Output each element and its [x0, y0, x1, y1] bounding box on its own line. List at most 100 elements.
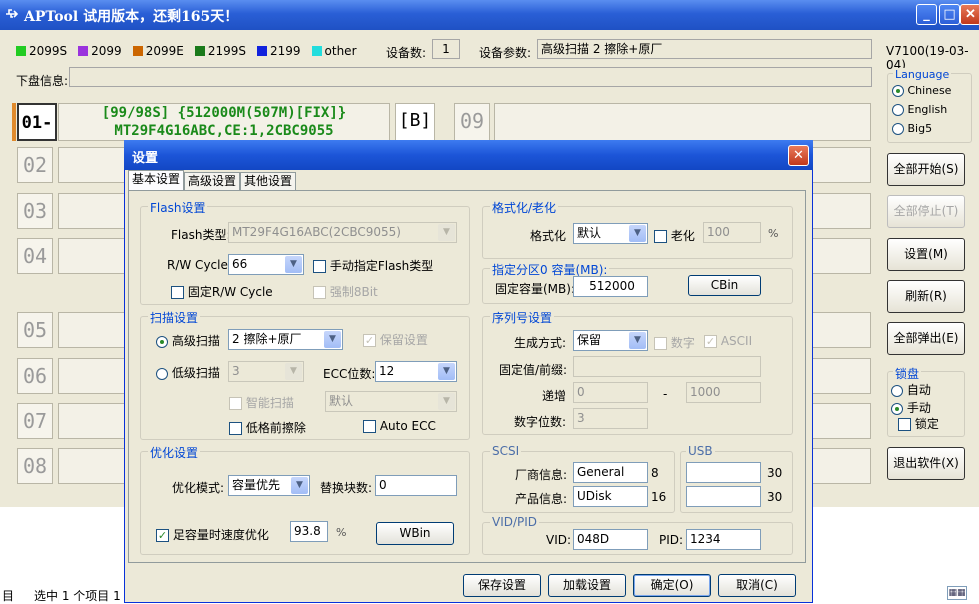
flash-group-title: Flash设置	[148, 199, 208, 216]
aging-checkbox[interactable]: 老化	[654, 227, 695, 244]
serial-ascii-label: ASCII	[720, 334, 753, 348]
chevron-down-icon: ▼	[291, 477, 308, 494]
low-scan-select: 3 ▼	[228, 361, 304, 382]
format-select[interactable]: 默认 ▼	[573, 223, 648, 244]
wbin-button[interactable]: WBin	[376, 522, 454, 545]
serial-increment-dash: -	[663, 387, 668, 401]
scsi-vendor-label: 厂商信息:	[515, 468, 568, 482]
rw-cycle-select[interactable]: 66 ▼	[228, 254, 304, 275]
stop-all-button[interactable]: 全部停止(T)	[887, 195, 965, 228]
usb-product-input[interactable]	[686, 486, 761, 507]
load-settings-button[interactable]: 加载设置	[548, 574, 626, 597]
minimize-button[interactable]: _	[916, 4, 937, 25]
flash-type-label: Flash类型:	[171, 228, 231, 242]
view-icon[interactable]: ▦▦	[947, 586, 967, 600]
serial-increment-from: 0	[573, 382, 648, 403]
cancel-button[interactable]: 取消(C)	[718, 574, 796, 597]
slot-number[interactable]: 03	[17, 193, 53, 229]
slot-number[interactable]: 04	[17, 238, 53, 274]
advanced-scan-radio[interactable]: 高级扫描	[156, 332, 220, 349]
refresh-button[interactable]: 刷新(R)	[887, 280, 965, 313]
maximize-button[interactable]: □	[939, 4, 960, 25]
slot-number[interactable]: 08	[17, 448, 53, 484]
low-scan-label: 低级扫描	[171, 366, 220, 380]
serial-method-select[interactable]: 保留 ▼	[573, 330, 648, 351]
slot-number[interactable]: 06	[17, 358, 53, 394]
exit-button[interactable]: 退出软件(X)	[887, 447, 965, 480]
slot-number[interactable]: 07	[17, 403, 53, 439]
legend-label: other	[324, 44, 357, 58]
legend-swatch	[132, 46, 143, 56]
language-english-radio[interactable]: English	[892, 103, 947, 116]
keep-settings-checkbox: ✓ 保留设置	[363, 331, 428, 348]
serial-digit-count-label: 数字位数:	[514, 415, 567, 429]
low-format-erase-label: 低格前擦除	[245, 421, 306, 435]
lock-manual-radio[interactable]: 手动	[891, 399, 931, 416]
force-8bit-label: 强制8Bit	[329, 285, 378, 299]
ecc-select[interactable]: 12 ▼	[375, 361, 457, 382]
tab-basic[interactable]: 基本设置	[128, 170, 185, 191]
device-params-field: 高级扫描 2 擦除+原厂	[537, 39, 872, 59]
cbin-button[interactable]: CBin	[688, 275, 761, 296]
format-group-title: 格式化/老化	[490, 199, 559, 216]
slot-09-number[interactable]: 09	[454, 103, 490, 141]
chevron-down-icon: ▼	[285, 363, 302, 380]
serial-prefix-input	[573, 356, 761, 377]
low-format-erase-checkbox[interactable]: 低格前擦除	[229, 419, 306, 436]
replace-blocks-input[interactable]: 0	[375, 475, 457, 496]
status-left: 目	[2, 589, 15, 603]
vid-input[interactable]: 048D	[573, 529, 648, 550]
fixed-capacity-input[interactable]: 512000	[573, 276, 648, 297]
checkbox-icon	[363, 420, 376, 433]
eject-all-button[interactable]: 全部弹出(E)	[887, 322, 965, 355]
checkbox-icon	[654, 337, 667, 350]
advanced-scan-select[interactable]: 2 擦除+原厂 ▼	[228, 329, 343, 350]
tab-advanced[interactable]: 高级设置	[184, 172, 241, 191]
aging-percent: %	[768, 227, 779, 240]
smart-scan-select: 默认 ▼	[325, 391, 457, 412]
settings-button[interactable]: 设置(M)	[887, 238, 965, 271]
chevron-down-icon: ▼	[324, 331, 341, 348]
tab-other[interactable]: 其他设置	[240, 172, 297, 191]
speed-opt-input[interactable]: 93.8	[290, 521, 328, 542]
dialog-close-button[interactable]: ✕	[788, 145, 809, 166]
optimize-mode-label: 优化模式:	[172, 481, 225, 495]
optimize-mode-select[interactable]: 容量优先 ▼	[228, 475, 310, 496]
manual-flash-type-checkbox[interactable]: 手动指定Flash类型	[313, 257, 433, 274]
language-title: Language	[893, 68, 952, 81]
radio-on-icon	[892, 85, 904, 97]
slot-01-info: [99/98S] {512000M(507M)[FIX]} MT29F4G16A…	[58, 103, 390, 141]
scsi-vendor-length: 8	[651, 466, 659, 480]
fixed-rw-checkbox[interactable]: 固定R/W Cycle	[171, 283, 273, 300]
slot-number[interactable]: 05	[17, 312, 53, 348]
usb-vendor-input[interactable]	[686, 462, 761, 483]
aging-label: 老化	[670, 229, 695, 243]
low-scan-radio[interactable]: 低级扫描	[156, 364, 220, 381]
slot-01-line1: [99/98S] {512000M(507M)[FIX]}	[101, 105, 347, 121]
legend-label: 2099	[91, 44, 122, 58]
lock-auto-radio[interactable]: 自动	[891, 381, 931, 398]
checkbox-icon	[898, 418, 911, 431]
close-button[interactable]: ✕	[960, 4, 979, 25]
slot-01-button[interactable]: 01-K	[17, 103, 57, 169]
lock-title: 锁盘	[893, 365, 922, 382]
slot-number[interactable]: 02	[17, 147, 53, 183]
language-chinese-radio[interactable]: Chinese	[892, 84, 951, 97]
ok-button[interactable]: 确定(O)	[633, 574, 711, 597]
usb-group-title: USB	[686, 444, 715, 458]
save-settings-button[interactable]: 保存设置	[463, 574, 541, 597]
scsi-product-input[interactable]: UDisk	[573, 486, 648, 507]
checkbox-icon	[229, 397, 242, 410]
chevron-down-icon: ▼	[629, 332, 646, 349]
vidpid-group-title: VID/PID	[490, 515, 540, 529]
language-big5-radio[interactable]: Big5	[892, 122, 932, 135]
scsi-vendor-input[interactable]: General	[573, 462, 648, 483]
auto-ecc-checkbox[interactable]: Auto ECC	[363, 419, 436, 433]
lock-checkbox[interactable]: 锁定	[898, 415, 939, 432]
start-all-button[interactable]: 全部开始(S)	[887, 153, 965, 186]
keep-settings-label: 保留设置	[379, 333, 428, 347]
radio-off-icon	[892, 123, 904, 135]
pid-input[interactable]: 1234	[686, 529, 761, 550]
speed-opt-label: 足容量时速度优化	[172, 528, 269, 542]
speed-opt-checkbox[interactable]: ✓ 足容量时速度优化	[156, 526, 269, 543]
